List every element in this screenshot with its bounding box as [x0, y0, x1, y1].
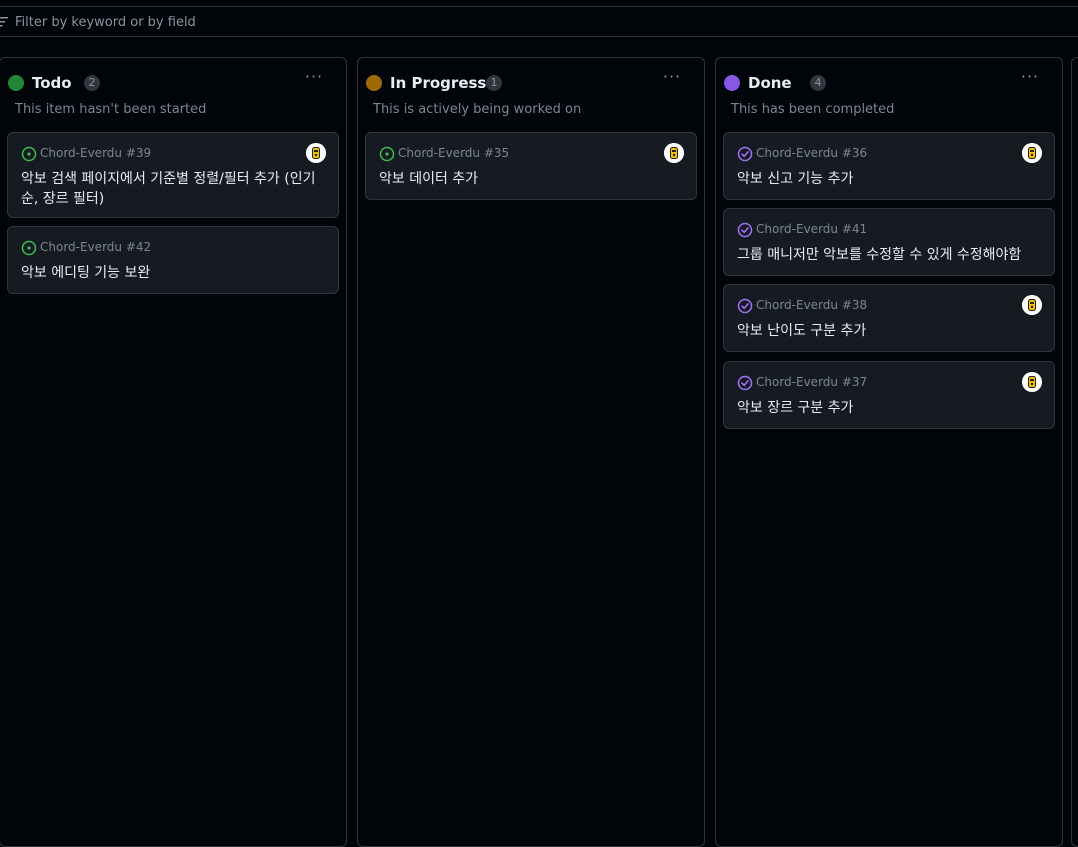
column-header: In Progress 1	[366, 74, 686, 92]
column-title: Todo	[32, 74, 72, 92]
status-dot-icon	[8, 75, 24, 91]
issue-card[interactable]: Chord-Everdu #37 악보 장르 구분 추가	[723, 361, 1055, 429]
card-repo-ref[interactable]: Chord-Everdu #42	[40, 240, 151, 254]
card-title[interactable]: 악보 검색 페이지에서 기준별 정렬/필터 추가 (인기순, 장르 필터)	[21, 169, 326, 209]
column-todo: Todo 2 ··· This item hasn't been started…	[0, 57, 347, 847]
issue-closed-icon	[737, 146, 753, 162]
card-repo-ref[interactable]: Chord-Everdu #35	[398, 146, 509, 160]
issue-closed-icon	[737, 375, 753, 391]
column-count-badge: 1	[486, 75, 502, 91]
card-repo-ref[interactable]: Chord-Everdu #39	[40, 146, 151, 160]
user-avatar-icon[interactable]	[664, 143, 684, 163]
status-dot-icon	[724, 75, 740, 91]
card-title[interactable]: 악보 신고 기능 추가	[737, 169, 1042, 189]
issue-card[interactable]: Chord-Everdu #42 악보 에디팅 기능 보완	[7, 226, 339, 294]
issue-opened-icon	[379, 146, 395, 162]
kebab-menu-icon[interactable]: ···	[302, 69, 326, 86]
card-repo-ref[interactable]: Chord-Everdu #36	[756, 146, 867, 160]
card-repo-ref[interactable]: Chord-Everdu #41	[756, 222, 867, 236]
column-title: Done	[748, 74, 792, 92]
issue-card[interactable]: Chord-Everdu #41 그룹 매니저만 악보를 수정할 수 있게 수정…	[723, 208, 1055, 276]
card-repo-ref[interactable]: Chord-Everdu #37	[756, 375, 867, 389]
issue-card[interactable]: Chord-Everdu #36 악보 신고 기능 추가	[723, 132, 1055, 200]
issue-closed-icon	[737, 298, 753, 314]
user-avatar-icon[interactable]	[1022, 143, 1042, 163]
issue-card[interactable]: Chord-Everdu #39 악보 검색 페이지에서 기준별 정렬/필터 추…	[7, 132, 339, 218]
user-avatar-icon[interactable]	[306, 143, 326, 163]
column-description: This item hasn't been started	[15, 102, 207, 117]
column-partial	[1071, 57, 1078, 847]
card-title[interactable]: 악보 데이터 추가	[379, 169, 684, 189]
issue-opened-icon	[21, 146, 37, 162]
issue-card[interactable]: Chord-Everdu #38 악보 난이도 구분 추가	[723, 284, 1055, 352]
column-description: This has been completed	[731, 102, 895, 117]
column-title: In Progress	[390, 74, 487, 92]
user-avatar-icon[interactable]	[1022, 295, 1042, 315]
filter-input[interactable]: Filter by keyword or by field	[15, 15, 196, 30]
filter-icon	[0, 17, 8, 27]
card-repo-ref[interactable]: Chord-Everdu #38	[756, 298, 867, 312]
column-in-progress: In Progress 1 ··· This is actively being…	[357, 57, 705, 847]
kebab-menu-icon[interactable]: ···	[660, 69, 684, 86]
card-title[interactable]: 악보 장르 구분 추가	[737, 398, 1042, 418]
user-avatar-icon[interactable]	[1022, 372, 1042, 392]
column-header: Done 4	[724, 74, 1044, 92]
issue-card[interactable]: Chord-Everdu #35 악보 데이터 추가	[365, 132, 697, 200]
card-title[interactable]: 악보 에디팅 기능 보완	[21, 263, 326, 283]
column-count-badge: 4	[810, 75, 826, 91]
column-description: This is actively being worked on	[373, 102, 582, 117]
kebab-menu-icon[interactable]: ···	[1018, 69, 1042, 86]
filter-bar[interactable]: Filter by keyword or by field	[0, 6, 1078, 37]
card-title[interactable]: 그룹 매니저만 악보를 수정할 수 있게 수정해야함	[737, 245, 1042, 265]
card-title[interactable]: 악보 난이도 구분 추가	[737, 321, 1042, 341]
column-done: Done 4 ··· This has been completed Chord…	[715, 57, 1063, 847]
column-count-badge: 2	[84, 75, 100, 91]
issue-opened-icon	[21, 240, 37, 256]
issue-closed-icon	[737, 222, 753, 238]
column-header: Todo 2	[8, 74, 328, 92]
status-dot-icon	[366, 75, 382, 91]
